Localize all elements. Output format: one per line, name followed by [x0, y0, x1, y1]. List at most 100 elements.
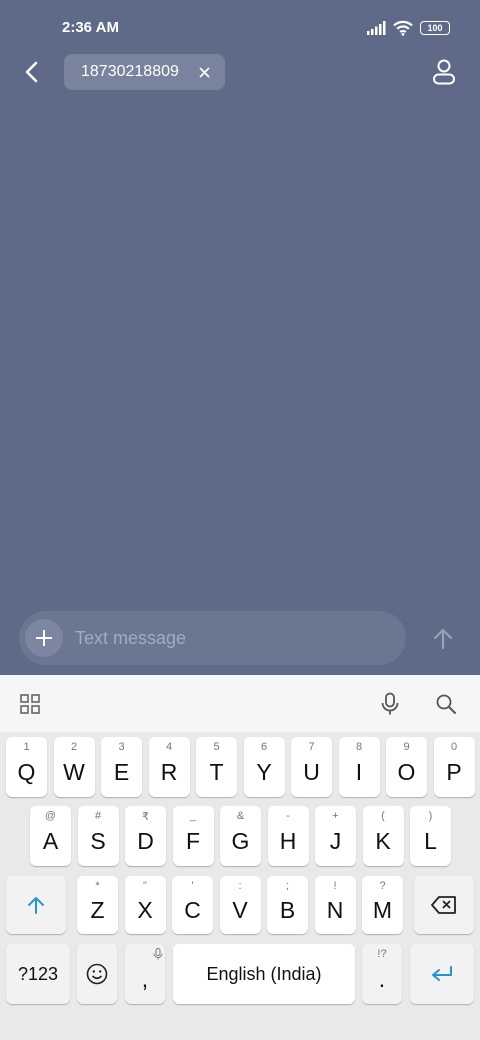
voice-input-button[interactable]	[376, 690, 404, 718]
key-s[interactable]: # S	[77, 806, 119, 866]
key-label: E	[113, 759, 130, 785]
key-n[interactable]: ! N	[314, 876, 356, 934]
key-label: L	[424, 828, 437, 854]
key-c[interactable]: ' C	[172, 876, 213, 934]
arrow-up-icon	[433, 628, 453, 650]
recipient-chip[interactable]: 18730218809	[64, 54, 225, 90]
key-k[interactable]: (K	[362, 806, 404, 866]
attach-button[interactable]	[25, 619, 63, 657]
backspace-icon	[431, 896, 456, 914]
key-hint: 8	[355, 741, 363, 753]
key-hint: @	[44, 810, 57, 822]
key-d[interactable]: ₹ D	[125, 806, 166, 866]
key-r[interactable]: 4R	[148, 737, 190, 797]
key-p[interactable]: 0P	[433, 737, 475, 797]
key-label: S	[90, 828, 106, 854]
compose-bar	[19, 611, 406, 665]
shift-key[interactable]	[6, 876, 66, 934]
key-x[interactable]: " X	[124, 876, 166, 934]
recipient-number: 18730218809	[81, 63, 179, 80]
key-hint: 5	[213, 741, 220, 753]
key-w[interactable]: 2W	[53, 737, 95, 797]
key-label: C	[184, 897, 201, 923]
key-label: Z	[90, 897, 105, 923]
space-key-label: English (India)	[206, 963, 322, 984]
key-i[interactable]: 8I	[338, 737, 380, 797]
key-label: Q	[17, 759, 36, 785]
comma-key[interactable]: ,	[125, 944, 165, 1004]
key-label: F	[185, 828, 201, 854]
signal-icon	[367, 21, 386, 35]
key-y[interactable]: 6Y	[243, 737, 285, 797]
period-key-hint: !?	[377, 948, 387, 960]
message-input[interactable]	[75, 625, 385, 651]
key-label: H	[279, 828, 297, 854]
key-hint: #	[94, 810, 102, 822]
key-e[interactable]: 3E	[101, 737, 142, 797]
key-label: G	[231, 828, 250, 854]
key-label: O	[397, 759, 416, 785]
keyboard: 1Q2W3E4R5T6Y7U8I9O0P @ A # S ₹ D _ F & G - H + J(K) L …	[0, 732, 480, 1040]
emoji-key[interactable]	[77, 944, 117, 1004]
key-h[interactable]: -H	[267, 806, 309, 866]
key-label: B	[279, 897, 296, 923]
key-hint: '	[191, 880, 194, 892]
back-button[interactable]	[16, 56, 48, 88]
keyboard-search-button[interactable]	[432, 690, 460, 718]
key-b[interactable]: ; B	[267, 876, 308, 934]
key-f[interactable]: _ F	[172, 806, 214, 866]
key-o[interactable]: 9O	[386, 737, 427, 797]
key-m[interactable]: ? M	[362, 876, 403, 934]
period-key[interactable]: !? .	[362, 944, 402, 1004]
backspace-key[interactable]	[414, 876, 474, 934]
keyboard-apps-button[interactable]	[16, 690, 44, 718]
conversation-area	[0, 0, 480, 675]
key-hint: -	[286, 810, 290, 822]
key-l[interactable]: ) L	[410, 806, 451, 866]
key-label: W	[63, 759, 85, 785]
key-label: P	[446, 759, 462, 785]
period-key-label: .	[378, 966, 386, 992]
key-u[interactable]: 7U	[291, 737, 332, 797]
battery-level: 100	[427, 22, 443, 33]
key-hint: 9	[403, 741, 410, 753]
key-hint: 1	[23, 741, 30, 753]
send-button[interactable]	[426, 622, 460, 656]
contact-button[interactable]	[428, 56, 460, 88]
chevron-left-icon	[25, 61, 38, 83]
person-icon	[433, 59, 455, 85]
key-hint: )	[428, 810, 433, 822]
symbols-key-label: ?123	[17, 963, 59, 984]
key-hint: !	[333, 880, 337, 892]
search-icon	[436, 694, 456, 714]
key-label: V	[232, 897, 248, 923]
key-hint: 4	[165, 741, 173, 753]
comma-key-label: ,	[141, 966, 149, 992]
key-j[interactable]: + J	[315, 806, 356, 866]
key-label: D	[137, 828, 154, 854]
key-label: U	[303, 759, 320, 785]
space-key[interactable]: English (India)	[173, 944, 355, 1004]
close-icon	[198, 66, 210, 78]
key-hint: (	[381, 810, 385, 822]
key-q[interactable]: 1Q	[6, 737, 47, 797]
remove-recipient-button[interactable]	[195, 62, 213, 82]
key-hint: *	[95, 880, 100, 892]
plus-icon	[36, 630, 52, 646]
keyboard-toolbar	[0, 675, 480, 732]
key-hint: "	[143, 880, 147, 892]
key-label: K	[375, 828, 391, 854]
key-z[interactable]: * Z	[77, 876, 118, 934]
key-label: I	[355, 759, 363, 785]
key-v[interactable]: :V	[219, 876, 261, 934]
key-hint: 3	[118, 741, 125, 753]
enter-key[interactable]	[410, 944, 474, 1004]
symbols-key[interactable]: ?123	[6, 944, 70, 1004]
key-hint: :	[238, 880, 242, 892]
key-label: X	[137, 897, 153, 923]
grid-icon	[20, 694, 40, 714]
key-a[interactable]: @ A	[30, 806, 71, 866]
key-g[interactable]: & G	[220, 806, 261, 866]
key-t[interactable]: 5T	[196, 737, 237, 797]
key-hint: _	[189, 810, 197, 822]
